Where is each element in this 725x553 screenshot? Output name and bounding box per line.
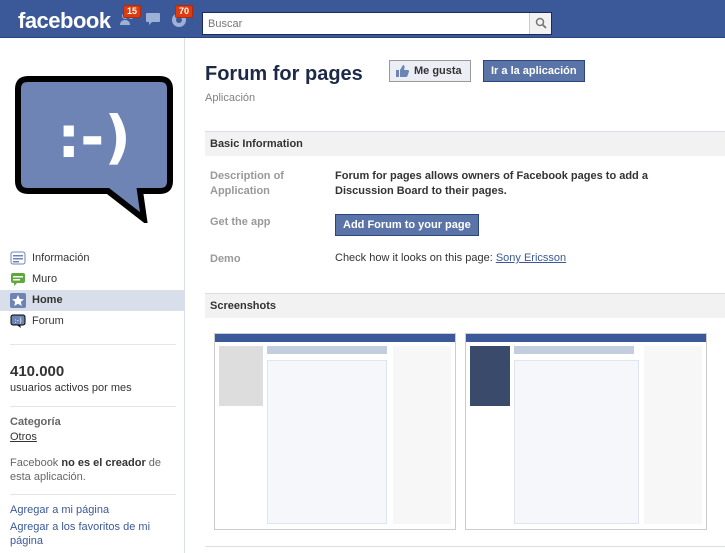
disclaimer-text: Facebook — [10, 457, 62, 469]
add-to-page-favorites-link[interactable]: Agregar a los favoritos de mi página — [10, 520, 180, 548]
screenshot-title — [514, 346, 634, 354]
svg-text::-): :-) — [57, 103, 131, 171]
left-column: :-) Información Muro Home :-) Forum 410.… — [0, 38, 185, 553]
forum-icon: :-) — [10, 314, 26, 329]
screenshot-image — [219, 346, 263, 406]
demo-link[interactable]: Sony Ericsson — [496, 252, 566, 264]
demo-label: Demo — [210, 253, 241, 265]
friend-requests-badge: 15 — [123, 5, 142, 18]
screenshot-thread-list — [267, 360, 387, 524]
screenshot-2[interactable] — [465, 333, 707, 530]
screenshot-header — [466, 334, 706, 342]
category-heading: Categoría — [10, 416, 61, 428]
page-type: Aplicación — [205, 92, 256, 104]
wall-icon — [10, 272, 26, 287]
notifications-badge: 70 — [175, 5, 194, 18]
description-label: Description of Application — [210, 170, 284, 197]
divider — [10, 494, 176, 495]
nav-item-informacion[interactable]: Información — [0, 248, 185, 269]
star-icon — [10, 293, 26, 308]
category-link[interactable]: Otros — [10, 431, 37, 443]
nav-item-muro[interactable]: Muro — [0, 269, 185, 290]
creator-disclaimer: Facebook no es el creador de esta aplica… — [10, 456, 180, 484]
screenshot-header — [215, 334, 455, 342]
search-button[interactable] — [529, 13, 551, 34]
disclaimer-bold: no es el creador — [61, 457, 146, 469]
go-to-app-button[interactable]: Ir a la aplicación — [483, 60, 585, 82]
user-count-label: usuarios activos por mes — [10, 382, 132, 394]
screenshot-1[interactable] — [214, 333, 456, 530]
divider — [10, 406, 176, 407]
like-button[interactable]: Me gusta — [389, 60, 471, 82]
monthly-users: 410.000 usuarios activos por mes — [10, 363, 180, 394]
friend-requests-icon[interactable]: 15 — [117, 5, 142, 30]
screenshot-title — [267, 346, 387, 354]
screenshot-post-list — [514, 360, 639, 524]
page-title: Forum for pages — [205, 63, 363, 85]
search-input[interactable] — [203, 13, 523, 34]
app-profile-image[interactable]: :-) — [14, 75, 174, 226]
notifications-icon[interactable]: 70 — [169, 5, 194, 30]
messages-icon[interactable] — [143, 12, 163, 30]
like-label: Me gusta — [414, 65, 462, 77]
facebook-logo[interactable]: facebook — [18, 8, 111, 34]
basic-info-heading: Basic Information — [205, 131, 725, 156]
demo-text: Check how it looks on this page: Sony Er… — [335, 252, 566, 264]
get-app-label: Get the app — [210, 216, 271, 228]
nav-item-home[interactable]: Home — [0, 290, 185, 311]
category-block: Categoría Otros — [10, 416, 180, 443]
search-box — [202, 12, 552, 35]
screenshot-image — [470, 346, 510, 406]
screenshot-sidebar — [393, 346, 451, 524]
info-icon — [10, 251, 26, 266]
divider — [205, 546, 725, 547]
nav-label: Información — [32, 252, 90, 264]
app-description: Forum for pages allows owners of Faceboo… — [335, 170, 648, 197]
page-nav: Información Muro Home :-) Forum — [0, 248, 185, 332]
top-bar: facebook 15 70 — [0, 0, 725, 38]
screenshots-heading: Screenshots — [205, 293, 725, 318]
nav-label: Muro — [32, 273, 58, 285]
nav-label: Home — [32, 294, 63, 306]
svg-text::-): :-) — [14, 317, 22, 325]
add-forum-button[interactable]: Add Forum to your page — [335, 214, 479, 236]
add-to-my-page-link[interactable]: Agregar a mi página — [10, 503, 180, 517]
search-icon — [535, 17, 547, 29]
page-actions: Agregar a mi página Agregar a los favori… — [10, 503, 180, 551]
screenshot-sidebar — [644, 346, 702, 524]
user-count: 410.000 — [10, 363, 65, 380]
nav-label: Forum — [32, 315, 64, 327]
thumbs-up-icon — [396, 65, 409, 77]
divider — [10, 344, 176, 345]
nav-item-forum[interactable]: :-) Forum — [0, 311, 185, 332]
demo-description: Check how it looks on this page: — [335, 252, 496, 264]
